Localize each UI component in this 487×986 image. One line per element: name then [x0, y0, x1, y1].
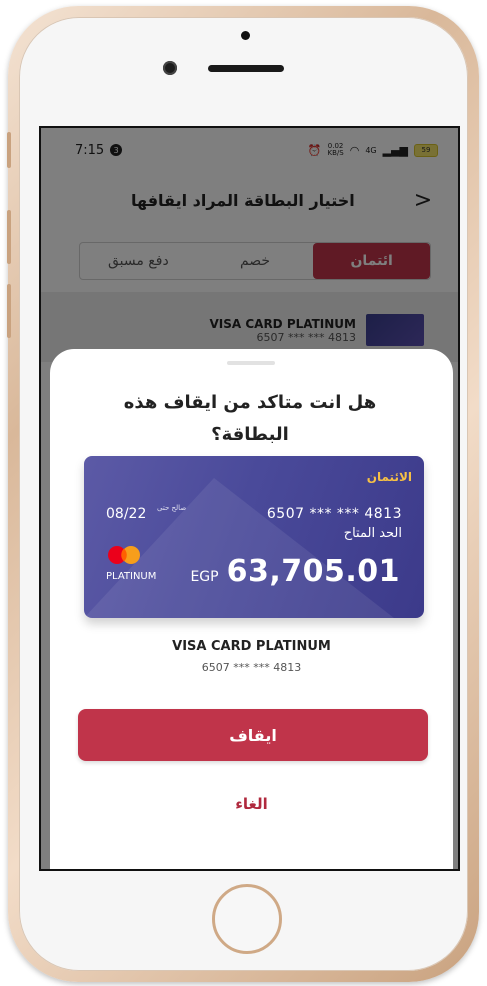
mute-switch	[7, 132, 11, 168]
valid-thru-label: صالح حتى	[157, 504, 187, 512]
volume-down-button	[7, 284, 11, 338]
home-button[interactable]	[212, 884, 282, 954]
balance-currency: EGP	[190, 569, 219, 585]
front-camera	[163, 61, 177, 75]
card-balance: EGP 63,705.01	[190, 554, 400, 589]
sheet-grabber[interactable]	[227, 361, 275, 365]
card-number: 6507 *** *** 4813	[266, 506, 402, 522]
balance-amount: 63,705.01	[226, 554, 400, 589]
available-limit-label: الحد المتاح	[343, 526, 402, 541]
card-type-label: الائتمان	[366, 470, 412, 484]
earpiece-speaker	[208, 65, 284, 72]
credit-card: الائتمان 08/22 صالح حتى 6507 *** *** 481…	[84, 456, 424, 618]
card-tier: PLATINUM	[106, 571, 157, 582]
stop-card-button[interactable]: ايقاف	[78, 709, 428, 761]
mastercard-icon	[108, 546, 140, 564]
sheet-title: هل انت متاكد من ايقاف هذه البطاقة؟	[123, 392, 377, 445]
card-expiry: 08/22	[106, 506, 147, 522]
confirm-bottom-sheet: هل انت متاكد من ايقاف هذه البطاقة؟ الائت…	[50, 349, 453, 869]
cancel-button[interactable]: الغاء	[50, 795, 453, 813]
proximity-sensor	[241, 31, 250, 40]
card-name: VISA CARD PLATINUM	[172, 639, 331, 654]
volume-up-button	[7, 210, 11, 264]
screen: 7:15 3 ⏰ 0.02KB/S ◠ 4G ▂▄▆ 59 اختيار الب…	[39, 126, 460, 871]
card-masked-number: 6507 *** *** 4813	[201, 661, 302, 674]
